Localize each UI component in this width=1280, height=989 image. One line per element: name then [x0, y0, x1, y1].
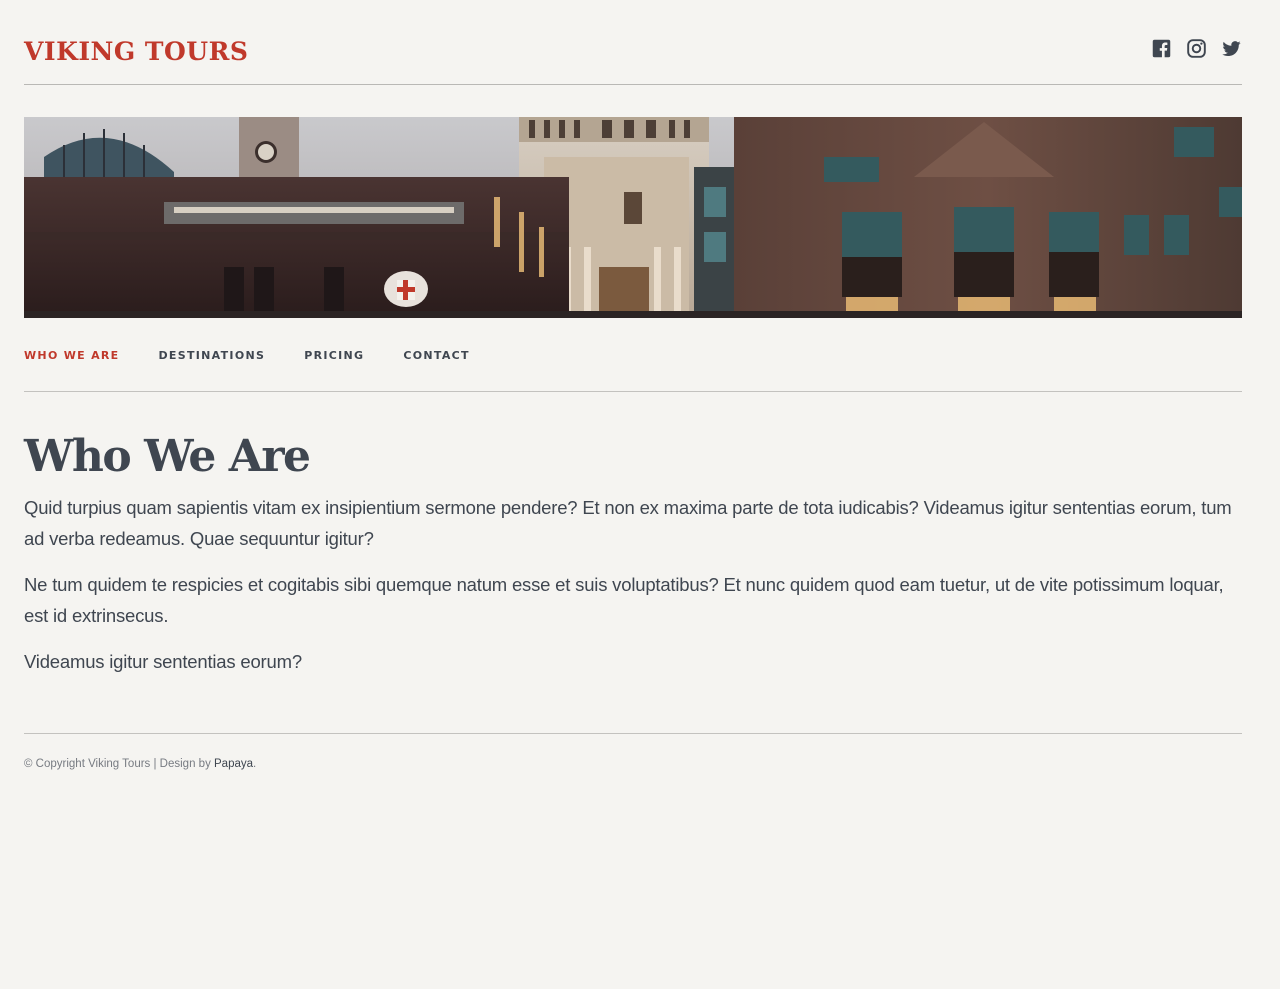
copyright-text: © Copyright Viking Tours | Design by	[24, 758, 215, 770]
page-title: Who We Are	[24, 431, 311, 482]
twitter-icon[interactable]	[1221, 38, 1242, 59]
hero-banner-image	[24, 117, 1242, 318]
paragraph-3: Videamus igitur sententias eorum?	[24, 651, 302, 672]
instagram-icon[interactable]	[1186, 38, 1207, 59]
site-logo[interactable]: VIKING TOURS	[24, 36, 248, 68]
main-navigation: WHO WE ARE DESTINATIONS PRICING CONTACT	[24, 318, 1242, 392]
main-content: Who We Are Quid turpius quam sapientis v…	[24, 392, 1242, 677]
site-header: VIKING TOURS	[24, 0, 1242, 85]
footer-suffix: .	[253, 758, 257, 770]
facebook-icon[interactable]	[1151, 38, 1172, 59]
paragraph-1: Quid turpius quam sapientis vitam ex ins…	[24, 497, 1232, 549]
nav-item-pricing[interactable]: PRICING	[304, 349, 364, 362]
nav-item-destinations[interactable]: DESTINATIONS	[159, 349, 266, 362]
social-links	[1151, 38, 1242, 59]
nav-item-contact[interactable]: CONTACT	[403, 349, 469, 362]
paragraph-2: Ne tum quidem te respicies et cogitabis …	[24, 574, 1224, 626]
designer-link[interactable]: Papaya	[214, 758, 253, 770]
site-footer: © Copyright Viking Tours | Design by Pap…	[24, 733, 1242, 770]
page: VIKING TOURS WHO WE ARE DESTINATIONS PRI…	[24, 0, 1242, 770]
nav-item-who-we-are[interactable]: WHO WE ARE	[24, 349, 120, 362]
